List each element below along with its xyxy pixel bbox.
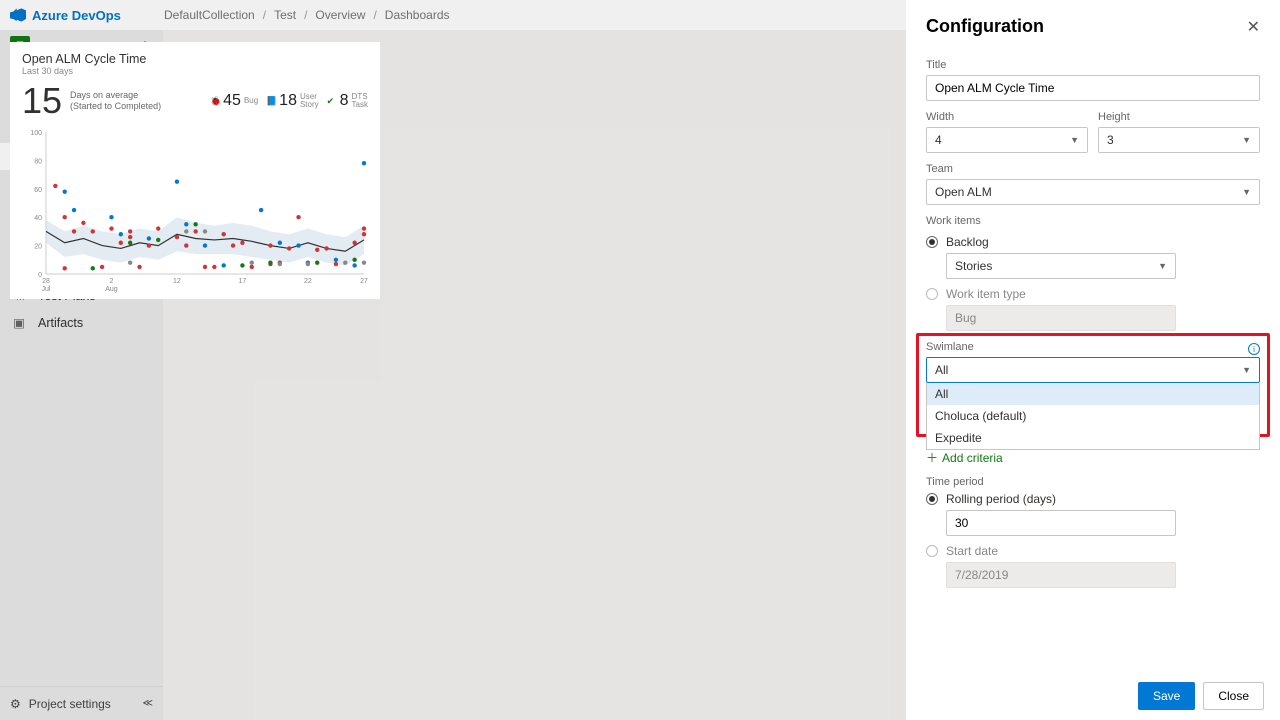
chevron-down-icon: ▼ bbox=[1158, 261, 1167, 271]
startdate-input bbox=[946, 562, 1176, 588]
svg-text:Aug: Aug bbox=[105, 286, 118, 293]
save-button[interactable]: Save bbox=[1138, 682, 1195, 710]
workitems-label: Work items bbox=[926, 215, 1260, 227]
legend: 🐞45Bug 📘18UserStory ✔8DTSTask bbox=[210, 92, 368, 110]
panel-title: Configuration bbox=[926, 16, 1044, 37]
cycle-time-value: 15 bbox=[22, 80, 62, 122]
svg-text:Jul: Jul bbox=[42, 286, 51, 293]
svg-text:27: 27 bbox=[360, 278, 368, 285]
svg-text:2: 2 bbox=[110, 278, 114, 285]
title-label: Title bbox=[926, 59, 1260, 71]
svg-text:12: 12 bbox=[173, 278, 181, 285]
svg-text:80: 80 bbox=[34, 158, 42, 165]
startdate-radio[interactable]: Start date bbox=[926, 544, 1260, 558]
width-label: Width bbox=[926, 111, 1088, 123]
configuration-panel: Configuration ✕ Title Width 4▼ Height 3▼… bbox=[906, 0, 1280, 720]
swimlane-select[interactable]: All▼ bbox=[926, 357, 1260, 383]
widget-title: Open ALM Cycle Time bbox=[22, 52, 368, 66]
team-label: Team bbox=[926, 163, 1260, 175]
cycle-time-chart: 02040608010028Jul2Aug12172227 bbox=[22, 128, 368, 298]
height-select[interactable]: 3▼ bbox=[1098, 127, 1260, 153]
timeperiod-label: Time period bbox=[926, 476, 1260, 488]
backlog-select[interactable]: Stories▼ bbox=[946, 253, 1176, 279]
plus-icon: ＋ bbox=[926, 449, 938, 466]
swimlane-label: Swimlane bbox=[926, 341, 974, 353]
width-select[interactable]: 4▼ bbox=[926, 127, 1088, 153]
rolling-input[interactable] bbox=[946, 510, 1176, 536]
chevron-down-icon: ▼ bbox=[1242, 187, 1251, 197]
info-icon[interactable]: i bbox=[1248, 343, 1260, 355]
workitemtype-select: Bug bbox=[946, 305, 1176, 331]
chevron-down-icon: ▼ bbox=[1242, 135, 1251, 145]
svg-text:17: 17 bbox=[239, 278, 247, 285]
bug-icon: 🐞 bbox=[210, 96, 220, 106]
add-criteria-link[interactable]: ＋Add criteria bbox=[926, 449, 1260, 466]
swimlane-option[interactable]: Choluca (default) bbox=[927, 405, 1259, 427]
height-label: Height bbox=[1098, 111, 1260, 123]
svg-text:28: 28 bbox=[42, 278, 50, 285]
swimlane-dropdown: All Choluca (default) Expedite bbox=[926, 383, 1260, 450]
swimlane-option[interactable]: Expedite bbox=[927, 427, 1259, 449]
rolling-radio[interactable]: Rolling period (days) bbox=[926, 492, 1260, 506]
task-icon: ✔ bbox=[327, 96, 337, 106]
svg-text:22: 22 bbox=[304, 278, 312, 285]
cycle-time-widget: Open ALM Cycle Time Last 30 days 15 Days… bbox=[10, 42, 380, 299]
close-icon[interactable]: ✕ bbox=[1247, 17, 1260, 37]
team-select[interactable]: Open ALM▼ bbox=[926, 179, 1260, 205]
chevron-down-icon: ▼ bbox=[1242, 365, 1251, 375]
widget-subtitle: Last 30 days bbox=[22, 66, 368, 76]
close-button[interactable]: Close bbox=[1203, 682, 1264, 710]
svg-text:100: 100 bbox=[30, 130, 42, 137]
chart-svg: 02040608010028Jul2Aug12172227 bbox=[22, 128, 368, 298]
backlog-radio[interactable]: Backlog bbox=[926, 235, 1260, 249]
chevron-down-icon: ▼ bbox=[1070, 135, 1079, 145]
svg-text:20: 20 bbox=[34, 244, 42, 251]
svg-text:60: 60 bbox=[34, 187, 42, 194]
svg-text:40: 40 bbox=[34, 215, 42, 222]
workitemtype-radio[interactable]: Work item type bbox=[926, 287, 1260, 301]
title-input[interactable] bbox=[926, 75, 1260, 101]
swimlane-option[interactable]: All bbox=[927, 383, 1259, 405]
userstory-icon: 📘 bbox=[266, 96, 276, 106]
